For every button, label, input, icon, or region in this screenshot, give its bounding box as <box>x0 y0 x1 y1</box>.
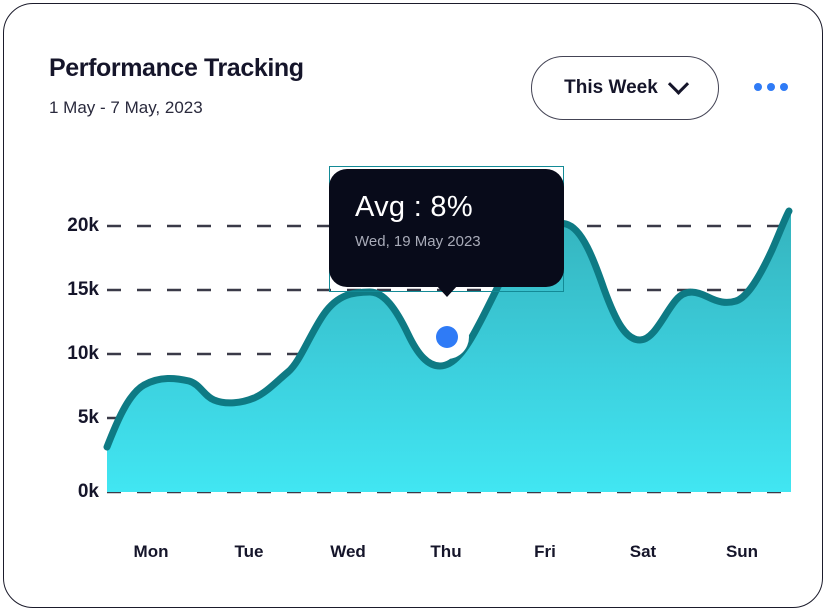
x-axis-tick-mon: Mon <box>133 542 169 561</box>
tooltip-value: Avg : 8% <box>355 191 473 223</box>
marker-dot-icon <box>436 326 458 348</box>
y-axis: 0k 5k 10k 15k 20k <box>39 4 99 607</box>
chart-tooltip: Avg : 8% Wed, 19 May 2023 <box>329 169 564 287</box>
area-chart-plot <box>103 207 793 494</box>
y-axis-tick-15k: 15k <box>67 279 99 300</box>
y-axis-tick-5k: 5k <box>77 407 99 428</box>
x-axis-tick-wed: Wed <box>330 542 366 561</box>
data-point-marker[interactable] <box>425 315 469 359</box>
x-axis-tick-sat: Sat <box>629 542 657 561</box>
x-axis: Mon Tue Wed Thu Fri Sat Sun <box>107 542 791 570</box>
x-axis-tick-sun: Sun <box>725 542 759 561</box>
x-axis-tick-thu: Thu <box>430 542 462 561</box>
y-axis-tick-20k: 20k <box>67 215 99 236</box>
y-axis-tick-10k: 10k <box>67 343 99 364</box>
y-axis-tick-0k: 0k <box>77 481 99 502</box>
x-axis-tick-fri: Fri <box>534 542 556 561</box>
tooltip-date: Wed, 19 May 2023 <box>355 233 481 250</box>
performance-tracking-card: Performance Tracking 1 May - 7 May, 2023… <box>3 3 823 608</box>
x-axis-tick-tue: Tue <box>234 542 264 561</box>
